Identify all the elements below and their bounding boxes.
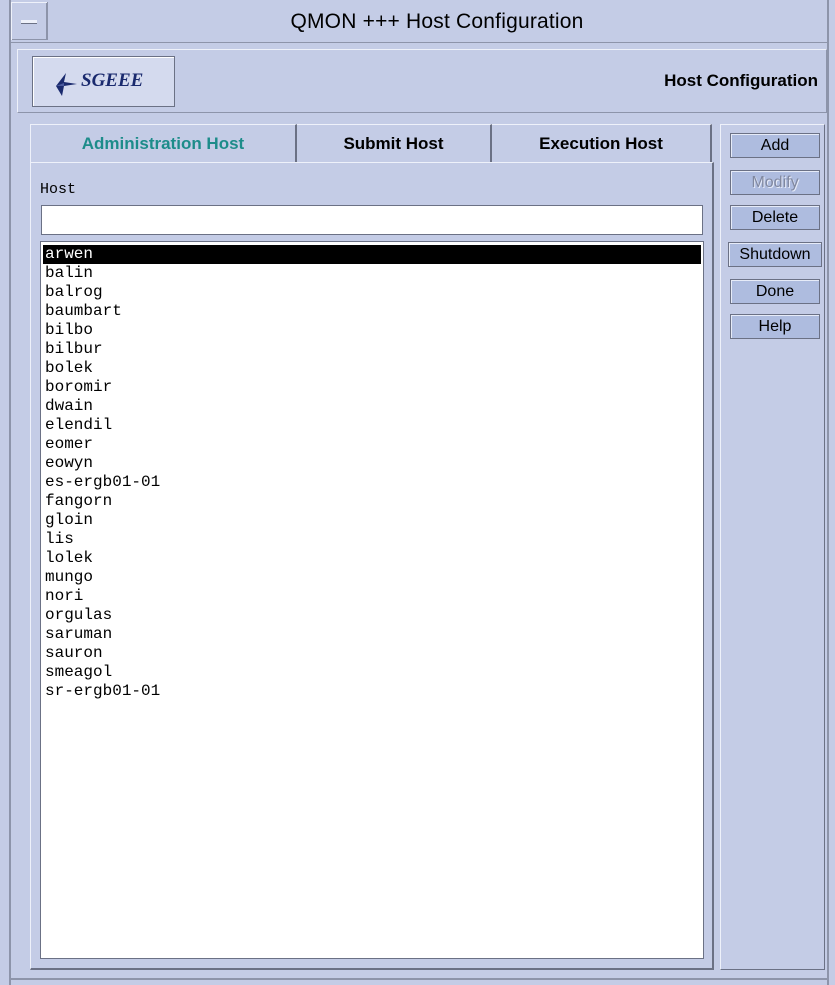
help-button[interactable]: Help [730,314,820,339]
bird-icon [56,73,77,96]
host-list-item[interactable]: lis [43,530,701,549]
window-frame-right [827,0,829,985]
host-list-item[interactable]: orgulas [43,606,701,625]
logo-text: SGEEE [81,70,144,91]
host-list-item[interactable]: nori [43,587,701,606]
host-list-item[interactable]: dwain [43,397,701,416]
host-input[interactable] [41,205,703,235]
host-list-item[interactable]: eowyn [43,454,701,473]
host-list-item[interactable]: fangorn [43,492,701,511]
host-list-item[interactable]: boromir [43,378,701,397]
minimize-bar-icon [21,20,37,24]
sgeee-logo: SGEEE [32,56,175,107]
host-list-item[interactable]: eomer [43,435,701,454]
tab-execution-host[interactable]: Execution Host [492,124,712,162]
header-title: Host Configuration [664,71,818,90]
host-list-item[interactable]: baumbart [43,302,701,321]
window-menu-button[interactable] [11,2,48,40]
modify-button[interactable]: Modify [730,170,820,195]
host-label: Host [40,181,77,198]
host-list-item[interactable]: balrog [43,283,701,302]
host-list-item[interactable]: smeagol [43,663,701,682]
host-list-item[interactable]: arwen [43,245,701,264]
host-list-item[interactable]: bilbo [43,321,701,340]
window-frame-left [9,0,11,985]
host-list-item[interactable]: balin [43,264,701,283]
window-title: QMON +++ Host Configuration [290,10,584,33]
done-button[interactable]: Done [730,279,820,304]
qmon-window: QMON +++ Host Configuration SGEEE Host C… [0,0,835,985]
host-list-item[interactable]: gloin [43,511,701,530]
host-list-item[interactable]: sr-ergb01-01 [43,682,701,701]
tab-administration-host[interactable]: Administration Host [30,124,297,162]
host-list-item[interactable]: es-ergb01-01 [43,473,701,492]
host-list-item[interactable]: elendil [43,416,701,435]
host-list-item[interactable]: sauron [43,644,701,663]
header-panel: SGEEE Host Configuration [17,49,827,113]
host-list-item[interactable]: mungo [43,568,701,587]
window-frame-bottom [9,978,829,980]
shutdown-button[interactable]: Shutdown [728,242,822,267]
host-list-item[interactable]: saruman [43,625,701,644]
add-button[interactable]: Add [730,133,820,158]
host-list-item[interactable]: bolek [43,359,701,378]
host-list-item[interactable]: bilbur [43,340,701,359]
host-list-item[interactable]: lolek [43,549,701,568]
title-bar[interactable]: QMON +++ Host Configuration [11,2,827,43]
delete-button[interactable]: Delete [730,205,820,230]
tab-submit-host[interactable]: Submit Host [297,124,492,162]
host-list[interactable]: arwen balin balrog baumbart bilbo bilbur… [40,241,704,959]
